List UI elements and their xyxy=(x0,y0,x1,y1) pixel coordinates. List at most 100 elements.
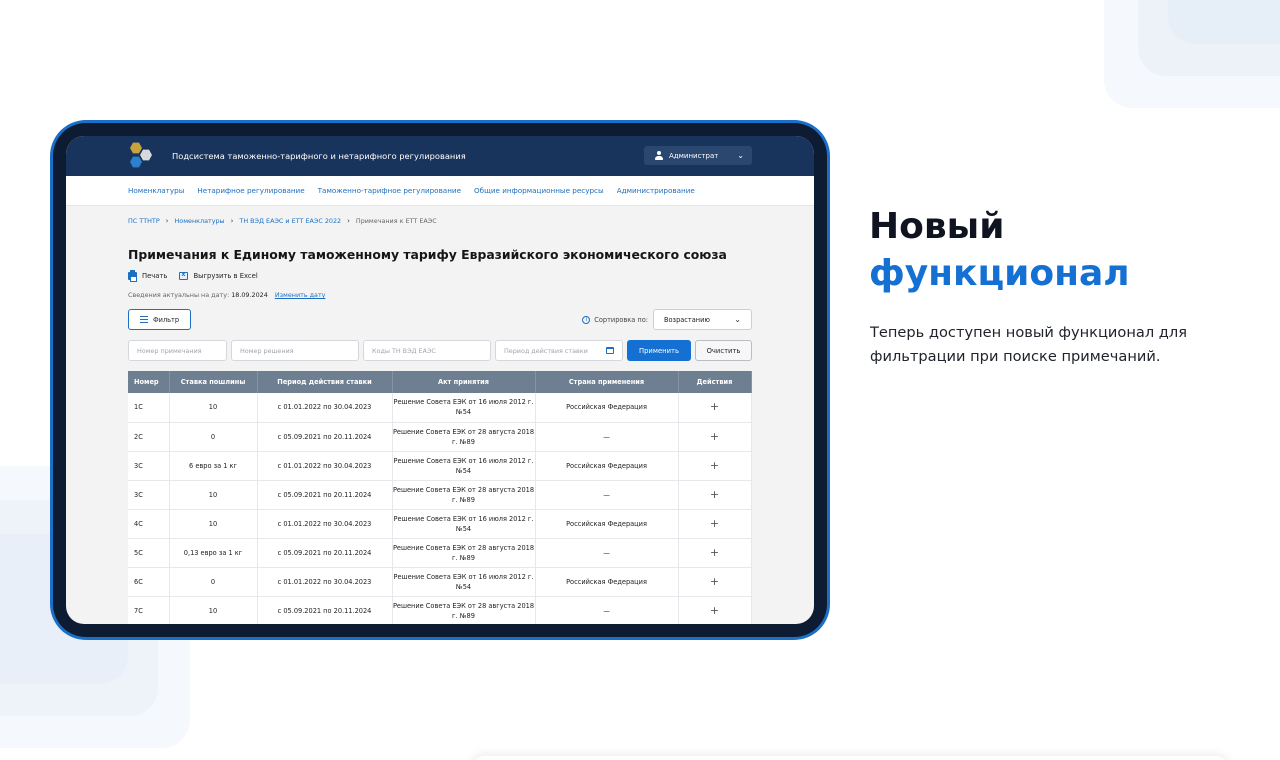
search-row: Номер примечания Номер решения Коды ТН В… xyxy=(128,340,752,361)
excel-icon xyxy=(179,271,189,280)
app-screen: Подсистема таможенно-тарифного и нетариф… xyxy=(66,136,814,624)
expand-row-icon[interactable]: + xyxy=(678,538,752,568)
table-cell: Решение Совета ЕЭК от 28 августа 2018 г.… xyxy=(392,422,536,452)
table-cell: Решение Совета ЕЭК от 28 августа 2018 г.… xyxy=(392,480,536,510)
expand-row-icon[interactable]: + xyxy=(678,567,752,597)
note-number-input[interactable]: Номер примечания xyxy=(128,340,227,361)
table-cell: Решение Совета ЕЭК от 28 августа 2018 г.… xyxy=(392,596,536,624)
expand-row-icon[interactable]: + xyxy=(678,509,752,539)
table-row: 2С 0 с 05.09.2021 по 20.11.2024 Решение Сов… xyxy=(128,422,752,452)
table-row: 5С 0,13 евро за 1 кг с 05.09.2021 по 20.11… xyxy=(128,538,752,568)
nav-item-info-resources[interactable]: Общие информационные ресурсы xyxy=(474,186,604,195)
decor-bottom-card xyxy=(470,756,1230,760)
column-header[interactable]: Страна применения xyxy=(535,371,679,393)
expand-row-icon[interactable]: + xyxy=(678,596,752,624)
nav-item-administration[interactable]: Администрирование xyxy=(617,186,695,195)
promo-headline: Новый функционал xyxy=(869,203,1130,297)
breadcrumb-item[interactable]: Номенклатуры xyxy=(174,217,224,225)
toolbar: Печать Выгрузить в Excel xyxy=(128,270,752,282)
table-cell: с 01.01.2022 по 30.04.2023 xyxy=(257,509,393,539)
sort-value: Возрастанию xyxy=(664,315,710,324)
table-cell: с 05.09.2021 по 20.11.2024 xyxy=(257,480,393,510)
table-row: 7С 10 с 05.09.2021 по 20.11.2024 Решение Со… xyxy=(128,596,752,624)
table-cell: 2С xyxy=(128,422,170,452)
column-header[interactable]: Ставка пошлины xyxy=(169,371,258,393)
breadcrumb: ПС ТТНТР › Номенклатуры › ТН ВЭД ЕАЭС и … xyxy=(128,217,752,225)
sort-select[interactable]: Возрастанию ⌄ xyxy=(653,309,752,330)
table-cell: 10 xyxy=(169,596,258,624)
change-date-link[interactable]: Изменить дату xyxy=(275,291,326,299)
table-cell: Российская Федерация xyxy=(535,509,679,539)
nav-item-customs-tariff[interactable]: Таможенно-тарифное регулирование xyxy=(318,186,461,195)
table-cell: 6 евро за 1 кг xyxy=(169,451,258,481)
table-cell: с 05.09.2021 по 20.11.2024 xyxy=(257,538,393,568)
export-excel-button[interactable]: Выгрузить в Excel xyxy=(179,271,258,280)
tablet-frame: Подсистема таможенно-тарифного и нетариф… xyxy=(50,120,830,640)
chevron-right-icon: › xyxy=(347,217,350,225)
table-cell: с 05.09.2021 по 20.11.2024 xyxy=(257,596,393,624)
table-cell: с 01.01.2022 по 30.04.2023 xyxy=(257,451,393,481)
promo-headline-line1: Новый xyxy=(869,206,1005,247)
chevron-down-icon: ⌄ xyxy=(734,315,741,324)
table-cell: Решение Совета ЕЭК от 16 июля 2012 г. №5… xyxy=(392,451,536,481)
page-title: Примечания к Единому таможенному тарифу … xyxy=(128,247,727,262)
decision-number-input[interactable]: Номер решения xyxy=(231,340,359,361)
column-header[interactable]: Акт принятия xyxy=(392,371,536,393)
table-cell: Решение Совета ЕЭК от 16 июля 2012 г. №5… xyxy=(392,393,536,423)
column-header[interactable]: Номер xyxy=(128,371,170,393)
nav-item-nomenclatures[interactable]: Номенклатуры xyxy=(128,186,184,195)
sort-label: Сортировка по: xyxy=(594,315,648,324)
codes-input[interactable]: Коды ТН ВЭД ЕАЭС xyxy=(363,340,491,361)
breadcrumb-item[interactable]: ПС ТТНТР xyxy=(128,217,160,225)
filter-row: Фильтр i Сортировка по: Возрастанию ⌄ xyxy=(128,309,752,330)
codes-placeholder: Коды ТН ВЭД ЕАЭС xyxy=(372,346,436,355)
print-label: Печать xyxy=(142,272,168,280)
promo-headline-line2: функционал xyxy=(869,253,1130,294)
table-cell: с 01.01.2022 по 30.04.2023 xyxy=(257,567,393,597)
table-cell: 5С xyxy=(128,538,170,568)
actual-date: 18.09.2024 xyxy=(231,291,268,299)
print-icon xyxy=(128,270,137,282)
table-cell: 3С xyxy=(128,451,170,481)
clear-button[interactable]: Очистить xyxy=(695,340,752,361)
table-row: 3С 6 евро за 1 кг с 01.01.2022 по 30.04.20… xyxy=(128,451,752,481)
table-cell: Российская Федерация xyxy=(535,393,679,423)
table-row: 1С 10 с 01.01.2022 по 30.04.2023 Решение Со… xyxy=(128,393,752,423)
column-header[interactable]: Период действия ставки xyxy=(257,371,393,393)
table-cell: Решение Совета ЕЭК от 16 июля 2012 г. №5… xyxy=(392,509,536,539)
period-input[interactable]: Период действия ставки xyxy=(495,340,623,361)
table-cell: — xyxy=(535,480,679,510)
table-cell: — xyxy=(535,422,679,452)
sort-control: i Сортировка по: Возрастанию ⌄ xyxy=(582,309,752,330)
chevron-down-icon: ⌄ xyxy=(737,151,744,160)
main-nav: Номенклатуры Нетарифное регулирование Та… xyxy=(66,176,814,206)
table-cell: 3С xyxy=(128,480,170,510)
table-cell: 7С xyxy=(128,596,170,624)
apply-button[interactable]: Применить xyxy=(627,340,691,361)
app-logo-icon[interactable] xyxy=(128,141,156,171)
table-cell: 10 xyxy=(169,480,258,510)
expand-row-icon[interactable]: + xyxy=(678,480,752,510)
calendar-icon[interactable] xyxy=(606,347,614,354)
info-icon[interactable]: i xyxy=(582,315,591,324)
table-cell: 0 xyxy=(169,567,258,597)
period-placeholder: Период действия ставки xyxy=(504,346,588,355)
table-header-row: Номер Ставка пошлины Период действия ста… xyxy=(128,371,752,393)
expand-row-icon[interactable]: + xyxy=(678,451,752,481)
user-icon xyxy=(654,150,664,161)
expand-row-icon[interactable]: + xyxy=(678,422,752,452)
expand-row-icon[interactable]: + xyxy=(678,393,752,423)
chevron-right-icon: › xyxy=(165,217,169,225)
nav-item-non-tariff[interactable]: Нетарифное регулирование xyxy=(197,186,304,195)
user-menu-button[interactable]: Администрат ⌄ xyxy=(644,146,752,165)
table-cell: Решение Совета ЕЭК от 16 июля 2012 г. №5… xyxy=(392,567,536,597)
filter-label: Фильтр xyxy=(153,315,180,324)
table-cell: — xyxy=(535,596,679,624)
table-cell: 10 xyxy=(169,509,258,539)
table-cell: с 01.01.2022 по 30.04.2023 xyxy=(257,393,393,423)
breadcrumb-item[interactable]: ТН ВЭД ЕАЭС и ЕТТ ЕАЭС 2022 xyxy=(239,217,341,225)
note-number-placeholder: Номер примечания xyxy=(137,346,202,355)
print-button[interactable]: Печать xyxy=(128,270,168,282)
table-cell: 6С xyxy=(128,567,170,597)
filter-button[interactable]: Фильтр xyxy=(128,309,191,330)
